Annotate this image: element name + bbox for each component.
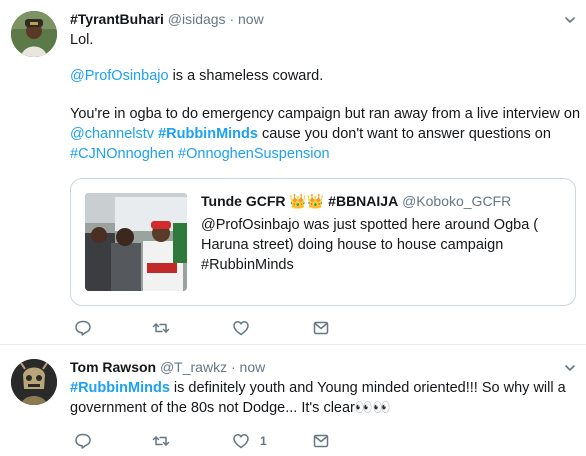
quoted-text-line: Haruna street) doing house to house camp… [201,237,504,253]
tweet-header: Tom Rawson @T_rawkz · now [70,358,265,376]
text-fragment: is a shameless coward. [168,68,324,84]
crowd-photo [85,193,187,291]
separator-dot: · [229,11,235,27]
like-button[interactable] [232,318,260,338]
quoted-display-name[interactable]: Tunde GCFR [201,193,286,209]
hashtag-link[interactable]: #RubbinMinds [158,126,258,142]
tweet-text: @ProfOsinbajo is a shameless coward. [70,66,576,86]
heart-icon [233,321,249,336]
tweet-actions [70,318,370,338]
retweet-button[interactable] [152,318,170,338]
hashtag-link[interactable]: #RubbinMinds [70,380,170,396]
tweet-text: Lol. [70,30,576,50]
quoted-tweet-image[interactable] [85,193,187,291]
chevron-down-icon[interactable] [564,362,576,374]
envelope-icon [313,434,329,448]
tweet-text: You're in ogba to do emergency campaign … [70,104,581,164]
envelope-icon [313,321,329,335]
user-handle[interactable]: @T_rawkz [160,359,227,375]
quoted-tweet-header: Tunde GCFR 👑👑 #BBNAIJA @Koboko_GCFR [201,192,511,210]
retweet-icon [152,436,170,446]
tweet-text: #RubbinMinds is definitely youth and You… [70,378,576,418]
direct-message-button[interactable] [312,318,330,338]
text-fragment: is definitely youth and Young minded ori… [169,380,566,396]
tweet[interactable]: #TyrantBuhari @isidags · now Lol. @ProfO… [0,0,586,344]
hashtag-link[interactable]: #CJNOnnoghen [70,146,174,162]
avatar[interactable] [11,359,57,405]
avatar-photo [11,359,57,405]
text-fragment: cause you don't want to answer questions… [257,126,551,142]
heart-icon [233,434,249,449]
reply-icon [75,433,91,449]
retweet-icon [152,323,170,333]
avatar-photo [11,11,57,57]
reply-button[interactable] [74,318,92,338]
tweet-text-line: government of the 80s not Dodge... It's … [70,400,391,416]
timestamp[interactable]: now [238,11,264,27]
reply-button[interactable] [74,431,92,451]
quoted-text-line: @ProfOsinbajo was just spotted here arou… [201,217,539,233]
retweet-button[interactable] [152,431,170,451]
reply-icon [75,320,91,336]
timestamp[interactable]: now [240,359,266,375]
mention-link[interactable]: @channelstv [70,126,154,142]
like-count: 1 [260,434,267,448]
mention-link[interactable]: @ProfOsinbajo [70,68,169,84]
display-name[interactable]: #TyrantBuhari [70,11,164,27]
tweet-text-line: @ProfOsinbajo is a shameless coward. [70,66,576,86]
display-name[interactable]: Tom Rawson [70,359,156,375]
tweet-text-line: #CJNOnnoghen #OnnoghenSuspension [70,144,576,164]
tweet-text-line: #RubbinMinds is definitely youth and You… [70,378,576,398]
crown-emoji: 👑👑 [289,193,325,209]
separator-dot: · [230,359,236,375]
quoted-tweet-text: @ProfOsinbajo was just spotted here arou… [201,215,566,275]
quoted-tweet[interactable]: Tunde GCFR 👑👑 #BBNAIJA @Koboko_GCFR @Pro… [70,178,576,306]
hashtag-link[interactable]: #OnnoghenSuspension [178,146,330,162]
avatar[interactable] [11,11,57,57]
tweet-header: #TyrantBuhari @isidags · now [70,10,264,28]
tweet-text-line: @channelstv #RubbinMinds cause you don't… [70,124,576,144]
like-button[interactable]: 1 [232,431,267,451]
direct-message-button[interactable] [312,431,330,451]
tweet[interactable]: Tom Rawson @T_rawkz · now #RubbinMinds i… [0,344,586,456]
quoted-text-line: #RubbinMinds [201,257,294,273]
quoted-display-name-tag: #BBNAIJA [328,193,399,209]
quoted-user-handle[interactable]: @Koboko_GCFR [402,193,511,209]
tweet-text-line: You're in ogba to do emergency campaign … [70,106,581,122]
tweet-text-line: Lol. [70,32,94,48]
user-handle[interactable]: @isidags [168,11,226,27]
chevron-down-icon[interactable] [564,14,576,26]
tweet-actions: 1 [70,431,370,451]
